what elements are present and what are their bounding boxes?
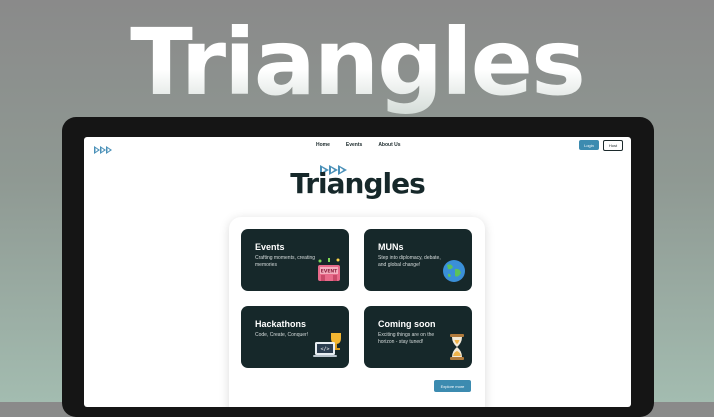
login-button[interactable]: Login xyxy=(579,140,599,150)
hero-title: Triangles xyxy=(0,8,714,120)
categories-panel: Events Crafting moments, creating memori… xyxy=(229,217,485,407)
card-hackathons[interactable]: Hackathons Code, Create, Conquer! </> xyxy=(241,306,349,368)
card-events[interactable]: Events Crafting moments, creating memori… xyxy=(241,229,349,291)
host-button[interactable]: Host xyxy=(603,140,623,151)
website-screen: Home Events About Us Login Host Triangle… xyxy=(84,137,631,407)
card-description: Exciting things are on the horizon - sta… xyxy=(378,332,435,345)
nav-about-us[interactable]: About Us xyxy=(378,142,400,148)
card-title: MUNs xyxy=(378,242,404,252)
trophy-laptop-icon: </> xyxy=(313,332,343,365)
card-coming-soon[interactable]: Coming soon Exciting things are on the h… xyxy=(364,306,472,368)
event-sign-text: EVENT xyxy=(321,269,338,275)
card-title: Hackathons xyxy=(255,319,307,329)
nav-home[interactable]: Home xyxy=(316,142,330,148)
nav-events[interactable]: Events xyxy=(346,142,362,148)
svg-text:</>: </> xyxy=(320,347,329,353)
card-description: Step into diplomacy, debate, and global … xyxy=(378,255,441,268)
card-muns[interactable]: MUNs Step into diplomacy, debate, and gl… xyxy=(364,229,472,291)
nav-links: Home Events About Us xyxy=(316,142,401,148)
explore-more-button[interactable]: Explore more xyxy=(434,380,471,392)
hourglass-icon xyxy=(448,334,466,365)
brand-wordmark: Triangles xyxy=(290,167,426,200)
event-sign-icon: EVENT xyxy=(315,257,343,288)
top-nav: Home Events About Us Login Host xyxy=(84,137,631,154)
card-title: Coming soon xyxy=(378,319,436,329)
card-title: Events xyxy=(255,242,285,252)
globe-icon xyxy=(442,259,466,288)
logo-arrows-icon[interactable] xyxy=(94,141,114,159)
